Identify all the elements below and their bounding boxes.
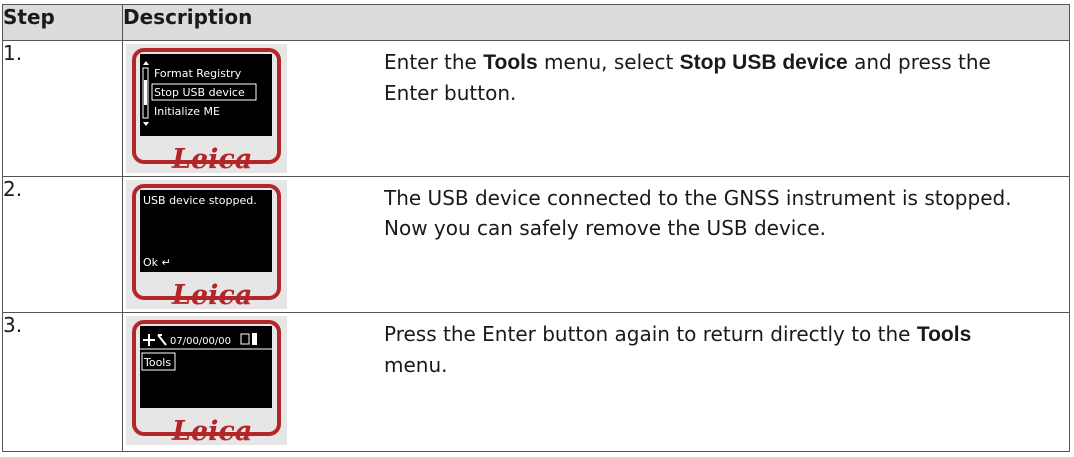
step-number: 1. xyxy=(2,40,123,177)
lcd-ok-prompt: Ok ↵ xyxy=(143,256,171,269)
menu-item-format-registry: Format Registry xyxy=(154,67,242,80)
table-row: 3. Leica 07/00/00/00 Tools Press the Ent… xyxy=(2,312,1070,452)
table-row: 1. Leica Format Registry Stop USB device… xyxy=(2,40,1070,177)
menu-item-initialize-me: Initialize ME xyxy=(154,105,220,118)
menu-item-tools: Tools xyxy=(143,356,171,369)
leica-logo: Leica xyxy=(171,280,252,309)
description-text: Press the Enter button again to return d… xyxy=(384,322,972,377)
table-header-row: Step Description xyxy=(2,4,1070,41)
step-number: 3. xyxy=(2,312,123,452)
leica-logo: Leica xyxy=(171,144,252,173)
description-cell: Leica USB device stopped. Ok ↵ The USB d… xyxy=(122,176,1070,313)
header-description: Description xyxy=(122,4,1070,41)
device-screen-image: Leica USB device stopped. Ok ↵ xyxy=(126,180,287,309)
scrollbar-thumb xyxy=(144,80,147,105)
description-cell: Leica 07/00/00/00 Tools Press the Enter … xyxy=(122,312,1070,452)
menu-item-stop-usb-device: Stop USB device xyxy=(154,86,245,99)
description-text: Enter the Tools menu, select Stop USB de… xyxy=(384,50,991,105)
description-cell: Leica Format Registry Stop USB device In… xyxy=(122,40,1070,177)
description-text: The USB device connected to the GNSS ins… xyxy=(384,186,1012,240)
status-counter: 07/00/00/00 xyxy=(170,336,231,347)
device-screen-image: Leica 07/00/00/00 Tools xyxy=(126,316,287,445)
table-row: 2. Leica USB device stopped. Ok ↵ The US… xyxy=(2,176,1070,313)
step-number: 2. xyxy=(2,176,123,313)
device-screen-image: Leica Format Registry Stop USB device In… xyxy=(126,44,287,173)
lcd-message: USB device stopped. xyxy=(143,194,257,207)
steps-table: Step Description 1. Leica Format Registr… xyxy=(2,4,1070,452)
battery-icon xyxy=(252,333,257,345)
header-step: Step xyxy=(2,4,123,41)
leica-logo: Leica xyxy=(171,416,252,445)
